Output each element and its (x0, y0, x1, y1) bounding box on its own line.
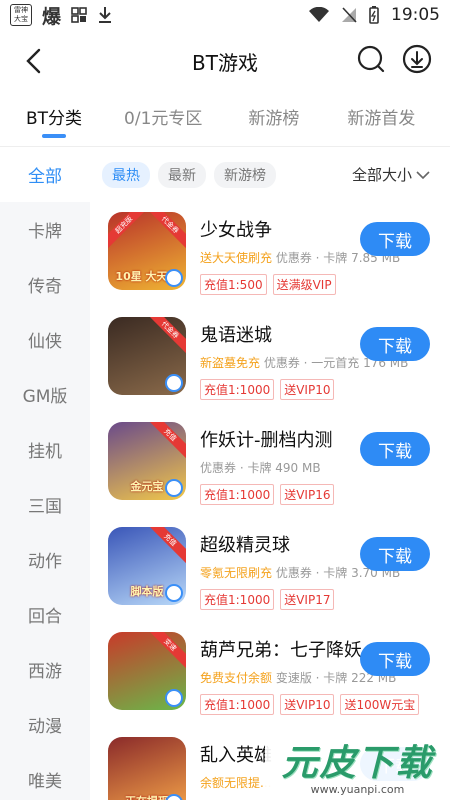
game-icon[interactable]: 正在提现 (108, 737, 186, 800)
app-notification-icon: 雷神大宝 (10, 4, 32, 26)
game-tag: 充值1:500 (200, 274, 267, 295)
search-icon[interactable] (356, 44, 386, 74)
sidebar-item-xianxia[interactable]: 仙侠 (0, 312, 90, 367)
game-tag: 充值1:1000 (200, 694, 275, 715)
game-row[interactable]: 充值 脚本版 超级精灵球 零氪无限刷充 优惠券 · 卡牌 3.70 MB 充值1:100… (90, 517, 450, 622)
game-tags: 充值1:1000 送VIP10 (200, 379, 410, 400)
game-tags: 充值1:1000 送VIP10 送100W元宝 (200, 694, 420, 715)
clock: 19:05 (391, 5, 440, 25)
game-icon[interactable]: 充值 脚本版 (108, 527, 186, 605)
size-filter-dropdown[interactable]: 全部大小 (352, 164, 430, 185)
game-row[interactable]: 充值 金元宝 作妖计-删档内测 优惠券 · 卡牌 490 MB 充值1:1000 送VIP… (90, 412, 450, 517)
battery-icon (369, 6, 379, 24)
game-row[interactable]: 变速 葫芦兄弟：七子降妖 免费支付余额 变速版 · 卡牌 222 MB 充值1:100… (90, 622, 450, 727)
sort-chip-new-rank[interactable]: 新游榜 (214, 161, 276, 188)
sidebar-item-legend[interactable]: 传奇 (0, 257, 90, 312)
watermark-logo-text: 元皮下载 (281, 743, 434, 784)
bt-badge-icon (165, 689, 183, 707)
game-tags: 充值1:1000 送VIP17 (200, 589, 410, 610)
sidebar-item-anime[interactable]: 动漫 (0, 697, 90, 752)
game-tag: 充值1:1000 (200, 589, 275, 610)
game-tags: 充值1:1000 送VIP16 (200, 484, 410, 505)
tab-bt-category[interactable]: BT分类 (26, 104, 82, 138)
title-bar: BT游戏 (0, 30, 450, 92)
category-sidebar: 全部 卡牌 传奇 仙侠 GM版 挂机 三国 动作 回合 西游 动漫 唯美 (0, 147, 90, 800)
grid-icon (71, 7, 87, 23)
game-tag: 送VIP17 (280, 589, 335, 610)
game-tag: 送满级VIP (272, 274, 336, 295)
sidebar-item-aesthetic[interactable]: 唯美 (0, 752, 90, 800)
game-icon[interactable]: 代金券 (108, 317, 186, 395)
sidebar-item-three-kingdoms[interactable]: 三国 (0, 477, 90, 532)
download-button[interactable]: 下载 (360, 537, 430, 571)
game-tag: 送100W元宝 (340, 694, 420, 715)
signal-icon (342, 7, 357, 23)
download-manager-icon[interactable] (402, 44, 432, 74)
page-title: BT游戏 (192, 50, 258, 75)
icon-ribbon-right: 充值 (145, 527, 186, 565)
size-filter-label: 全部大小 (351, 166, 412, 184)
game-list: 超充版 代金券 10星 大天使 少女战争 送大天使刷充 优惠券 · 卡牌 7.85 MB… (90, 202, 450, 800)
download-button[interactable]: 下载 (360, 642, 430, 676)
game-tag: 送VIP10 (280, 694, 335, 715)
game-tag: 充值1:1000 (200, 484, 275, 505)
tab-indicator (42, 134, 67, 138)
game-highlight: 送大天使刷充 (200, 251, 273, 265)
sidebar-item-all[interactable]: 全部 (0, 147, 90, 202)
chevron-down-icon (416, 170, 430, 179)
watermark: 元皮下载 www.yuanpi.com (265, 730, 450, 800)
bao-icon: 爆 (42, 5, 62, 28)
game-tag: 充值1:1000 (200, 379, 275, 400)
download-button[interactable]: 下载 (360, 327, 430, 361)
tab-new-game-rank[interactable]: 新游榜 (248, 104, 299, 129)
download-button[interactable]: 下载 (360, 432, 430, 466)
game-row[interactable]: 超充版 代金券 10星 大天使 少女战争 送大天使刷充 优惠券 · 卡牌 7.85 MB… (90, 202, 450, 307)
game-tag: 送VIP16 (280, 484, 335, 505)
sidebar-item-journey-west[interactable]: 西游 (0, 642, 90, 697)
sidebar-item-turn-based[interactable]: 回合 (0, 587, 90, 642)
tab-new-game-launch[interactable]: 新游首发 (347, 104, 415, 129)
game-tag: 送VIP10 (280, 379, 335, 400)
sort-chip-new[interactable]: 最新 (158, 161, 206, 188)
game-icon[interactable]: 充值 金元宝 (108, 422, 186, 500)
back-icon[interactable] (20, 44, 50, 78)
bt-badge-icon (165, 374, 183, 392)
bt-badge-icon (165, 584, 183, 602)
icon-ribbon-right: 代金券 (145, 212, 186, 250)
game-icon[interactable]: 变速 (108, 632, 186, 710)
game-highlight: 零氪无限刷充 (200, 566, 273, 580)
sort-chip-hot[interactable]: 最热 (102, 161, 150, 188)
game-list-panel: 最热 最新 新游榜 全部大小 超充版 代金券 10星 大天使 少女战争 送大天使刷充 优… (90, 147, 450, 800)
game-row[interactable]: 代金券 鬼语迷城 新盗墓免充 优惠券 · 一元首充 176 MB 充值1:1000 送V… (90, 307, 450, 412)
bt-badge-icon (165, 479, 183, 497)
sidebar-item-action[interactable]: 动作 (0, 532, 90, 587)
icon-ribbon-right: 充值 (145, 422, 186, 460)
icon-ribbon-left: 超充版 (108, 212, 149, 250)
icon-ribbon-right: 代金券 (145, 317, 186, 355)
watermark-url: www.yuanpi.com (310, 783, 405, 796)
sidebar-item-idle[interactable]: 挂机 (0, 422, 90, 477)
sidebar-item-card[interactable]: 卡牌 (0, 202, 90, 257)
game-icon[interactable]: 超充版 代金券 10星 大天使 (108, 212, 186, 290)
game-details: 优惠券 · 卡牌 490 MB (200, 461, 321, 475)
game-highlight: 免费支付余额 (200, 671, 273, 685)
download-status-icon (99, 7, 112, 23)
game-tags: 充值1:500 送满级VIP (200, 274, 410, 295)
tab-zero-one-yuan[interactable]: 0/1元专区 (124, 104, 202, 129)
sidebar-item-gm[interactable]: GM版 (0, 367, 90, 422)
game-highlight: 余额无限提... (200, 776, 272, 790)
icon-ribbon-right: 变速 (145, 632, 186, 670)
status-bar: 雷神大宝 爆 19:05 (0, 0, 450, 30)
bt-badge-icon (165, 269, 183, 287)
category-tabs: BT分类 0/1元专区 新游榜 新游首发 (0, 92, 450, 147)
game-highlight: 新盗墓免充 (200, 356, 261, 370)
download-button[interactable]: 下载 (360, 222, 430, 256)
wifi-icon (309, 7, 329, 22)
